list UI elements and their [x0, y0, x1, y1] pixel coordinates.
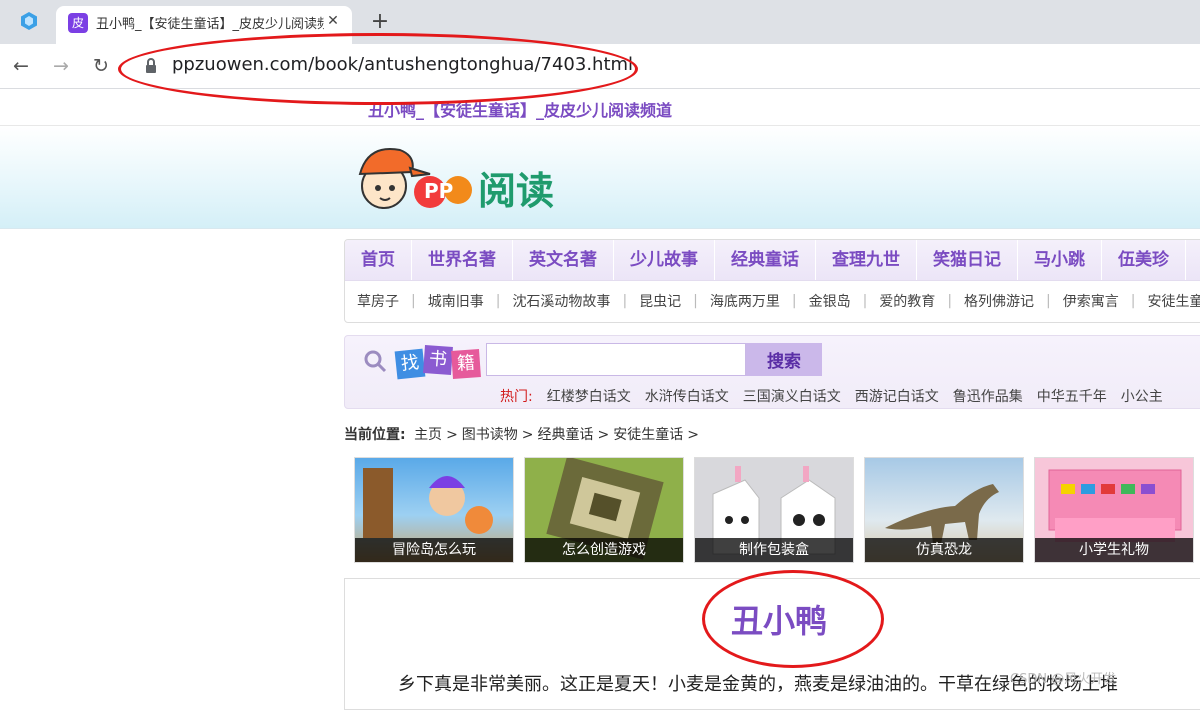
thumb-caption[interactable]: 小学生礼物 [1035, 538, 1193, 562]
thumb-caption[interactable]: 仿真恐龙 [865, 538, 1023, 562]
hot-keyword-link[interactable]: 鲁迅作品集 [953, 386, 1023, 406]
find-books-char-1: 找 [394, 348, 426, 380]
nav-sub-item[interactable]: 安徒生童话 [1135, 291, 1200, 311]
nav-item[interactable]: 伍美珍 [1102, 240, 1186, 280]
breadcrumb-separator: > [687, 427, 699, 443]
nav-main-row: 首页 世界名著 英文名著 少儿故事 经典童话 查理九世 笑猫日记 马小跳 伍美珍 [345, 240, 1200, 281]
find-books-char-2: 书 [423, 345, 453, 375]
thumb-card[interactable]: 制作包装盒 [694, 457, 854, 563]
nav-sub-item[interactable]: 沈石溪动物故事 [500, 291, 622, 311]
watermark: CSDN @风火开发 [1010, 672, 1117, 687]
hot-keyword-link[interactable]: 中华五千年 [1037, 386, 1107, 406]
nav-item[interactable]: 世界名著 [412, 240, 513, 280]
search-button[interactable]: 搜索 [746, 343, 822, 376]
thumb-card[interactable]: 怎么创造游戏 [524, 457, 684, 563]
breadcrumb-separator: > [446, 427, 458, 443]
hot-keyword-link[interactable]: 水浒传白话文 [645, 386, 729, 406]
lock-icon[interactable] [144, 57, 158, 75]
find-books-logo: 找 书 籍 [394, 344, 482, 380]
breadcrumb-link[interactable]: 图书读物 [462, 427, 518, 443]
reload-icon[interactable]: ↻ [89, 54, 113, 78]
logo-text[interactable]: 阅读 [478, 160, 554, 215]
nav-sub-item[interactable]: 格列佛游记 [952, 291, 1046, 311]
search-input[interactable] [486, 343, 746, 376]
nav-sub-item[interactable]: 金银岛 [797, 291, 863, 311]
hot-keyword-link[interactable]: 小公主 [1121, 386, 1163, 406]
thumb-caption[interactable]: 冒险岛怎么玩 [355, 538, 513, 562]
search-icon [364, 350, 387, 373]
breadcrumb-separator: > [597, 427, 610, 443]
site-banner [0, 125, 1200, 229]
hot-keyword-link[interactable]: 红楼梦白话文 [547, 386, 631, 406]
breadcrumb-link[interactable]: 主页 [414, 427, 442, 443]
breadcrumb-label: 当前位置: [344, 427, 406, 443]
nav-item[interactable]: 查理九世 [816, 240, 917, 280]
close-tab-icon[interactable]: ✕ [324, 10, 342, 32]
find-books-char-3: 籍 [451, 349, 481, 379]
site-favicon-icon: 皮 [68, 13, 88, 33]
nav-sub-item[interactable]: 草房子 [345, 291, 411, 311]
nav-sub-item[interactable]: 昆虫记 [627, 291, 693, 311]
hot-keyword-link[interactable]: 西游记白话文 [855, 386, 939, 406]
app-logo-icon[interactable] [18, 10, 40, 32]
nav-item[interactable]: 少儿故事 [614, 240, 715, 280]
breadcrumb-separator: > [521, 427, 534, 443]
nav-sub-item[interactable]: 爱的教育 [867, 291, 947, 311]
nav-item[interactable]: 首页 [345, 240, 412, 280]
article-title: 丑小鸭 [730, 602, 827, 640]
nav-sub-item[interactable]: 海底两万里 [698, 291, 792, 311]
nav-item[interactable]: 英文名著 [513, 240, 614, 280]
thumb-caption[interactable]: 怎么创造游戏 [525, 538, 683, 562]
nav-item[interactable]: 马小跳 [1018, 240, 1102, 280]
hot-label: 热门: [500, 389, 533, 405]
thumb-caption[interactable]: 制作包装盒 [695, 538, 853, 562]
forward-arrow-icon[interactable]: → [49, 54, 73, 78]
hot-keyword-link[interactable]: 三国演义白话文 [743, 386, 841, 406]
nav-sub-row: 草房子 | 城南旧事 | 沈石溪动物故事 | 昆虫记 | 海底两万里 | 金银岛 | 爱的教育 | 格列佛游… [345, 281, 1200, 321]
site-top-title[interactable]: 丑小鸭_【安徒生童话】_皮皮少儿阅读频道 [368, 97, 672, 121]
thumb-card[interactable]: 小学生礼物 [1034, 457, 1194, 563]
breadcrumb-link[interactable]: 安徒生童话 [613, 427, 683, 443]
hot-keywords: 热门: 红楼梦白话文 水浒传白话文 三国演义白话文 西游记白话文 鲁迅作品集 中华五千年小… [500, 386, 1177, 406]
breadcrumb-link[interactable]: 经典童话 [538, 427, 594, 443]
nav-sub-item[interactable]: 城南旧事 [416, 291, 496, 311]
address-bar-url[interactable]: ppzuowen.com/book/antushengtonghua/7403.… [172, 54, 633, 75]
nav-item[interactable]: 经典童话 [715, 240, 816, 280]
nav-item[interactable]: 笑猫日记 [917, 240, 1018, 280]
thumb-card[interactable]: 冒险岛怎么玩 [354, 457, 514, 563]
new-tab-button[interactable]: + [368, 8, 392, 36]
nav-sub-item[interactable]: 伊索寓言 [1051, 291, 1131, 311]
breadcrumb: 当前位置: 主页 > 图书读物 > 经典童话 > 安徒生童话 > [344, 424, 699, 444]
tab-title[interactable]: 丑小鸭_【安徒生童话】_皮皮少儿阅读频道 [96, 13, 324, 32]
back-arrow-icon[interactable]: ← [9, 54, 33, 78]
main-navigation: 首页 世界名著 英文名著 少儿故事 经典童话 查理九世 笑猫日记 马小跳 伍美珍 草房子 | 城南旧… [344, 239, 1200, 323]
logo-pp-text: PP [424, 179, 453, 203]
thumb-card[interactable]: 仿真恐龙 [864, 457, 1024, 563]
mascot-logo-icon[interactable]: PP [354, 140, 482, 216]
